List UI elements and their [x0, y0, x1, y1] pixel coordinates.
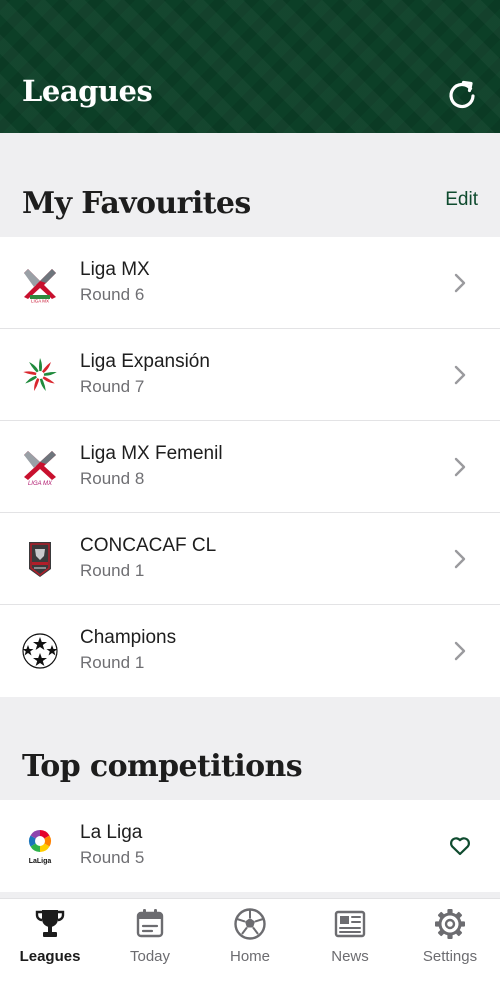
concacaf-cl-logo: [29, 542, 51, 577]
league-round: Round 6: [80, 285, 145, 304]
chevron-right-icon: [454, 641, 466, 661]
top-competitions-list: LaLiga La Liga Round 5: [0, 800, 500, 892]
chevron-right-icon: [454, 273, 466, 293]
chevron-right-icon: [454, 457, 466, 477]
calendar-icon: [136, 909, 164, 938]
league-round: Round 1: [80, 561, 145, 580]
league-name: CONCACAF CL: [80, 535, 217, 556]
league-round: Round 5: [80, 848, 145, 867]
chevron-right-icon: [454, 549, 466, 569]
la-liga-logo: LaLiga: [29, 830, 52, 865]
league-row-la-liga[interactable]: LaLiga La Liga Round 5: [0, 800, 500, 892]
refresh-icon[interactable]: [444, 76, 480, 112]
svg-text:LaLiga: LaLiga: [29, 858, 52, 865]
tab-news[interactable]: News: [300, 899, 400, 1000]
tab-label: News: [331, 948, 369, 965]
page-title: Leagues: [22, 74, 153, 108]
favourites-header: My Favourites Edit: [0, 133, 500, 237]
league-row-liga-expansion[interactable]: Liga Expansión Round 7: [0, 329, 500, 421]
liga-expansion-logo: [23, 358, 57, 391]
league-name: Liga MX Femenil: [80, 443, 223, 464]
favourites-title: My Favourites: [22, 186, 251, 221]
league-row-champions[interactable]: Champions Round 1: [0, 605, 500, 697]
league-name: Champions: [80, 627, 177, 648]
tab-label: Today: [129, 948, 171, 965]
heart-icon[interactable]: [448, 834, 472, 858]
svg-text:LIGA MX: LIGA MX: [31, 299, 49, 304]
league-round: Round 7: [80, 377, 145, 396]
bottom-tab-bar: Leagues Today Home News Settings: [0, 898, 500, 1000]
soccer-ball-icon: [234, 908, 266, 940]
league-row-liga-mx[interactable]: LIGA MX Liga MX Round 6: [0, 237, 500, 329]
tab-today[interactable]: Today: [100, 899, 200, 1000]
league-name: La Liga: [80, 822, 143, 843]
edit-button[interactable]: Edit: [445, 189, 478, 211]
tab-label: Leagues: [19, 948, 81, 965]
favourites-list: LIGA MX Liga MX Round 6 Liga Expansión R…: [0, 237, 500, 697]
league-row-liga-mx-femenil[interactable]: LIGA MX Liga MX Femenil Round 8: [0, 421, 500, 513]
league-name: Liga Expansión: [80, 351, 210, 372]
league-row-concacaf-cl[interactable]: CONCACAF CL Round 1: [0, 513, 500, 605]
tab-home[interactable]: Home: [200, 899, 300, 1000]
chevron-right-icon: [454, 365, 466, 385]
app-header: Leagues: [0, 0, 500, 133]
gear-icon: [435, 909, 465, 939]
newspaper-icon: [334, 910, 366, 938]
tab-label: Home: [229, 948, 270, 965]
liga-mx-femenil-logo: LIGA MX: [24, 451, 56, 487]
tab-label: Settings: [422, 948, 478, 965]
liga-mx-logo: LIGA MX: [24, 269, 56, 304]
tab-settings[interactable]: Settings: [400, 899, 500, 1000]
top-competitions-title: Top competitions: [22, 749, 303, 784]
tab-leagues[interactable]: Leagues: [0, 899, 100, 1000]
league-round: Round 1: [80, 653, 145, 672]
league-round: Round 8: [80, 469, 145, 488]
champions-league-logo: [22, 633, 58, 669]
trophy-icon: [35, 910, 65, 937]
top-competitions-header: Top competitions: [0, 696, 500, 800]
league-name: Liga MX: [80, 259, 150, 280]
svg-text:LIGA MX: LIGA MX: [28, 481, 53, 487]
